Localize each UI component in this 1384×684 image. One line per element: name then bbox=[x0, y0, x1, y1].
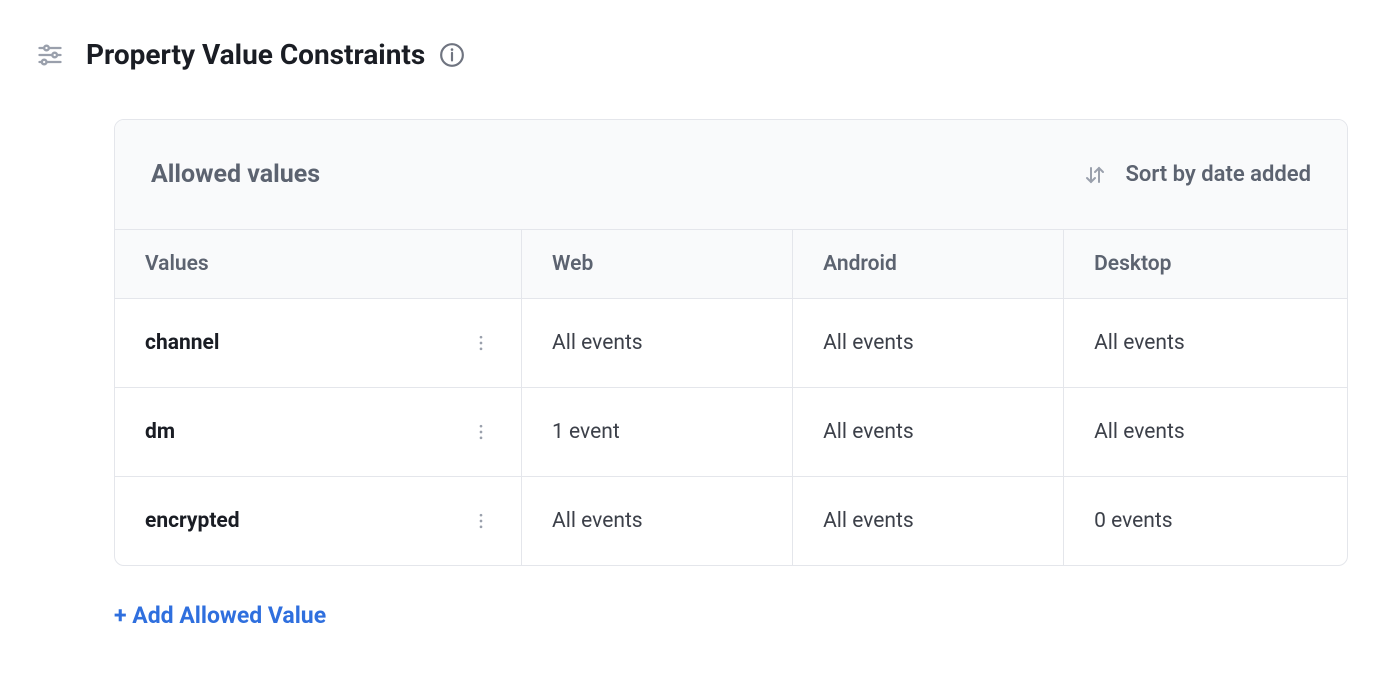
add-allowed-value-button[interactable]: + Add Allowed Value bbox=[114, 602, 326, 629]
constraints-table: Values Web Android Desktop channel bbox=[115, 229, 1347, 565]
value-name: encrypted bbox=[145, 509, 240, 533]
table-row: channel All events All events All events bbox=[115, 299, 1347, 388]
section-header: Property Value Constraints bbox=[36, 38, 1348, 71]
cell-desktop: All events bbox=[1064, 299, 1347, 388]
info-icon[interactable] bbox=[439, 42, 465, 68]
kebab-icon[interactable] bbox=[471, 422, 491, 442]
cell-web: 1 event bbox=[522, 388, 793, 477]
cell-desktop: 0 events bbox=[1064, 477, 1347, 566]
cell-android: All events bbox=[793, 299, 1064, 388]
cell-desktop: All events bbox=[1064, 388, 1347, 477]
sliders-icon bbox=[36, 41, 64, 69]
value-name: dm bbox=[145, 420, 175, 444]
col-header-android: Android bbox=[793, 230, 1064, 299]
value-name: channel bbox=[145, 331, 219, 355]
sort-button[interactable]: Sort by date added bbox=[1083, 162, 1311, 187]
col-header-web: Web bbox=[522, 230, 793, 299]
cell-web: All events bbox=[522, 477, 793, 566]
col-header-desktop: Desktop bbox=[1064, 230, 1347, 299]
allowed-values-card: Allowed values Sort by date added bbox=[114, 119, 1348, 566]
col-header-values: Values bbox=[115, 230, 522, 299]
sort-label: Sort by date added bbox=[1125, 162, 1311, 187]
card-title: Allowed values bbox=[151, 160, 320, 189]
table-row: encrypted All events All events 0 events bbox=[115, 477, 1347, 566]
page-title: Property Value Constraints bbox=[86, 38, 425, 71]
cell-android: All events bbox=[793, 477, 1064, 566]
card-header: Allowed values Sort by date added bbox=[115, 120, 1347, 229]
sort-icon bbox=[1083, 163, 1107, 187]
kebab-icon[interactable] bbox=[471, 333, 491, 353]
kebab-icon[interactable] bbox=[471, 511, 491, 531]
cell-android: All events bbox=[793, 388, 1064, 477]
table-row: dm 1 event All events All events bbox=[115, 388, 1347, 477]
cell-web: All events bbox=[522, 299, 793, 388]
